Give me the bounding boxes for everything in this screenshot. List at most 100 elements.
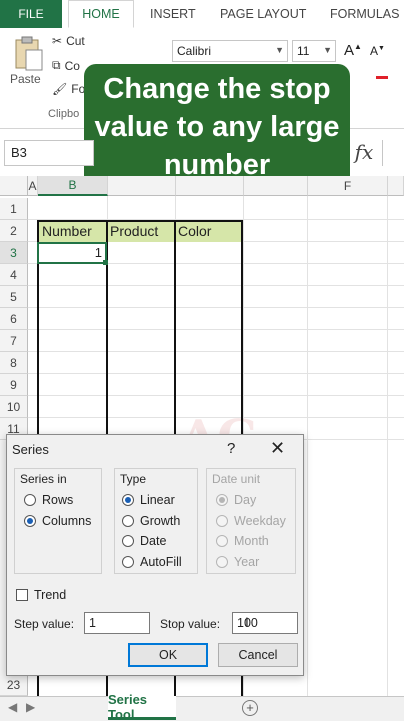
cancel-button[interactable]: Cancel [218,643,298,667]
shrink-font-label: A [370,44,379,58]
grow-font-button[interactable]: A▲ [344,42,362,59]
sheet-tab-series-tool[interactable]: Series Tool [108,692,176,722]
radio-circle [122,515,134,527]
dialog-title: Series [12,442,49,457]
radio-circle [216,515,228,527]
row-header-4[interactable]: 4 [0,264,28,286]
radio-label: Day [234,493,257,507]
radio-circle [24,515,36,527]
radio-growth[interactable]: Growth [122,514,180,528]
radio-day[interactable]: Day [216,493,256,507]
radio-month[interactable]: Month [216,534,269,548]
radio-label: AutoFill [140,555,182,569]
function-icon[interactable]: fx [350,138,378,166]
close-icon[interactable]: ✕ [270,438,285,459]
formula-input[interactable] [382,140,404,166]
row-header-6[interactable]: 6 [0,308,28,330]
step-value-input[interactable]: 1 [84,612,150,634]
shrink-font-button[interactable]: A▼ [370,44,385,58]
font-name-select[interactable]: Calibri ▼ [172,40,288,62]
paste-label: Paste [10,72,41,86]
scroll-left-icon[interactable]: ◀ [8,700,17,714]
row-header-7[interactable]: 7 [0,330,28,352]
type-label: Type [120,472,147,486]
checkbox-box [16,589,28,601]
help-icon[interactable]: ? [227,440,235,457]
row-header-9[interactable]: 9 [0,374,28,396]
row-header-3[interactable]: 3 [0,242,28,264]
radio-label: Weekday [234,514,286,528]
radio-circle [216,535,228,547]
cut-button[interactable]: ✂ Cut [52,34,85,48]
row-header-2[interactable]: 2 [0,220,28,242]
name-box[interactable]: B3 [4,140,94,166]
stop-value-input[interactable]: 100 [232,612,298,634]
radio-circle [122,535,134,547]
font-name-value: Calibri [177,44,212,58]
date-unit-label: Date unit [212,472,261,486]
series-in-label: Series in [20,472,67,486]
stop-value-label: Stop value: [160,617,221,631]
row-header-1[interactable]: 1 [0,198,28,220]
clipboard-group-label: Clipbo [48,108,80,120]
radio-circle [216,556,228,568]
tab-home[interactable]: HOME [68,0,134,28]
radio-circle [24,494,36,506]
tab-file[interactable]: FILE [0,0,62,28]
scissors-icon: ✂ [52,34,63,48]
col-header-c[interactable] [108,176,176,196]
checkbox-label: Trend [34,588,67,602]
col-header-g[interactable] [388,176,404,196]
row-header-10[interactable]: 10 [0,396,28,418]
fill-handle[interactable] [103,260,108,265]
radio-label: Rows [42,493,74,507]
radio-autofill[interactable]: AutoFill [122,555,182,569]
radio-circle [216,494,228,506]
radio-label: Month [234,534,269,548]
chevron-down-icon: ▼ [323,45,332,55]
radio-linear[interactable]: Linear [122,493,175,507]
cut-label: Cut [66,34,85,48]
radio-label: Date [140,534,167,548]
radio-circle [122,494,134,506]
select-all-corner[interactable] [0,176,28,196]
col-header-e[interactable] [244,176,308,196]
font-size-select[interactable]: 11 ▼ [292,40,336,62]
radio-label: Linear [140,493,175,507]
row-header-8[interactable]: 8 [0,352,28,374]
active-cell-b3[interactable]: 1 [37,242,107,264]
ok-button[interactable]: OK [128,643,208,667]
col-header-a[interactable]: A [28,176,38,196]
radio-label: Columns [42,514,92,528]
radio-circle [122,556,134,568]
radio-weekday[interactable]: Weekday [216,514,286,528]
radio-year[interactable]: Year [216,555,259,569]
row-header-23[interactable]: 23 [0,674,28,696]
col-header-d[interactable] [176,176,244,196]
format-painter-button[interactable]: 🖌 Fo [52,82,85,96]
trend-checkbox[interactable]: Trend [16,588,66,602]
scroll-right-icon[interactable]: ▶ [26,700,35,714]
font-color-swatch [376,76,388,79]
tab-formulas[interactable]: FORMULAS [330,0,399,28]
paste-icon[interactable] [12,36,46,72]
step-value-label: Step value: [14,617,75,631]
tab-insert[interactable]: INSERT [150,0,196,28]
font-size-value: 11 [297,44,310,58]
grow-font-label: A [344,42,355,59]
radio-rows[interactable]: Rows [24,493,73,507]
radio-date[interactable]: Date [122,534,166,548]
sheet-tab-bar [0,696,404,721]
radio-columns[interactable]: Columns [24,514,91,528]
col-header-b[interactable]: B [38,176,108,196]
col-header-f[interactable]: F [308,176,388,196]
radio-label: Growth [140,514,181,528]
gridline [387,196,388,696]
copy-icon: ⧉ [52,58,61,72]
row-header-5[interactable]: 5 [0,286,28,308]
gridline [307,196,308,696]
tab-page-layout[interactable]: PAGE LAYOUT [220,0,306,28]
add-sheet-icon[interactable]: + [242,700,258,716]
instruction-banner: Change the stop value to any large numbe… [84,64,350,190]
copy-button[interactable]: ⧉ Co [52,58,80,73]
